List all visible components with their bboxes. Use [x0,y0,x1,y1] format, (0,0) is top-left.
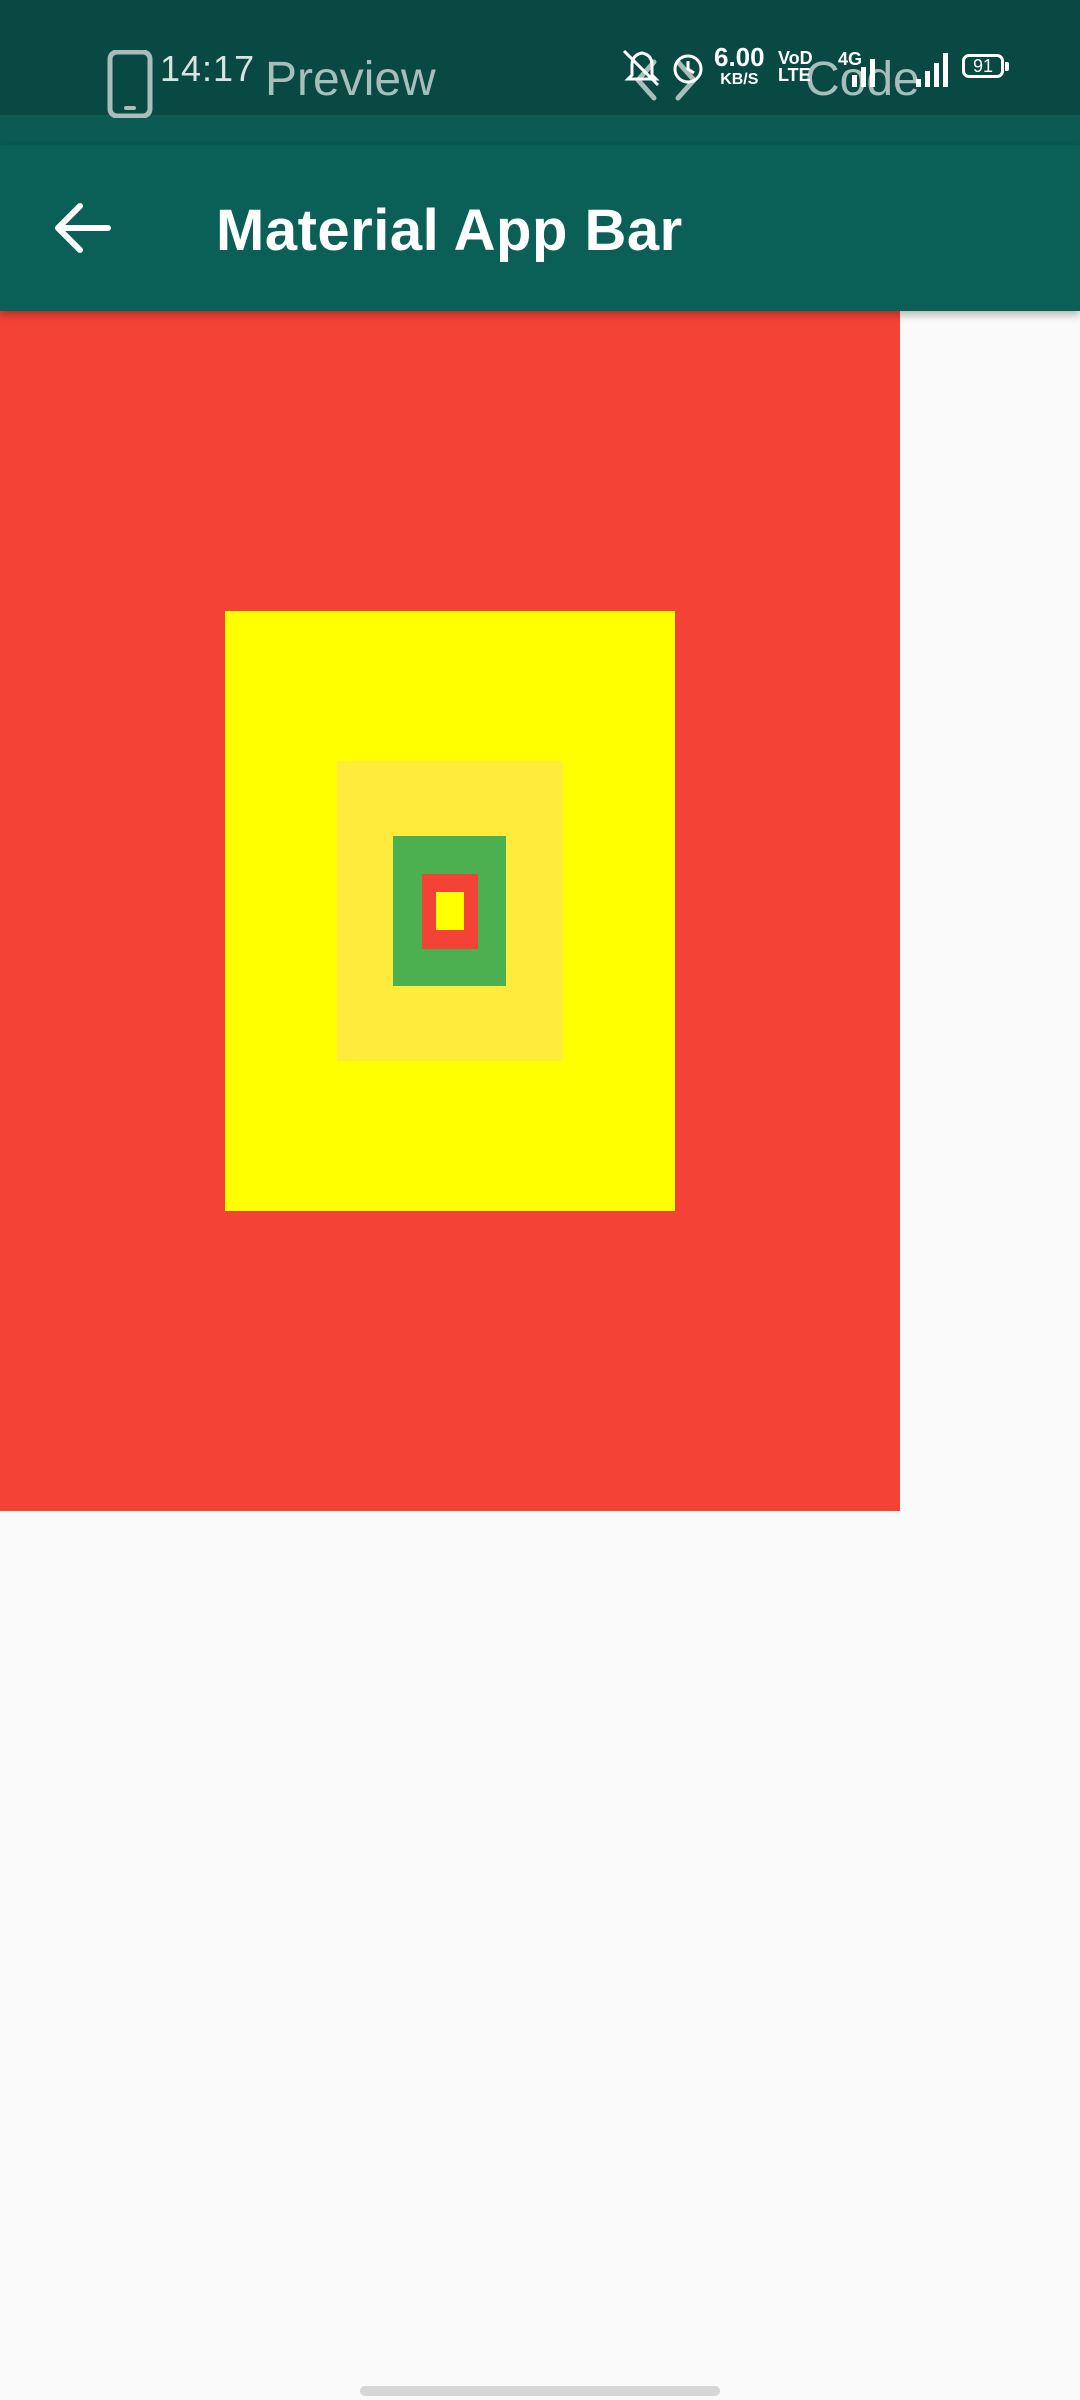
battery-level: 91 [972,56,994,76]
net-speed-unit: KB/S [720,71,759,88]
alarm-icon [673,54,703,84]
yellow-core-container [436,892,464,930]
net-speed: 6.00 KB/S [714,44,765,88]
volte-indicator: VoD LTE [778,49,813,85]
volte-line2: LTE [778,65,811,85]
status-time: 14:17 [160,48,256,89]
mute-bell-icon [622,49,660,87]
home-indicator[interactable] [360,2386,720,2396]
status-icons: 4G [622,49,948,87]
page-title: Material App Bar [216,198,683,263]
preview-tab-strip [0,115,1080,145]
phone-preview-icon[interactable] [106,50,154,118]
arrow-back-icon[interactable] [40,188,130,268]
tab-preview[interactable]: Preview [265,52,436,107]
svg-text:4G: 4G [838,49,862,69]
app-bar: Material App Bar [0,145,1080,311]
battery-icon: 91 [962,54,1009,78]
signal-icon [852,53,948,87]
net-speed-value: 6.00 [714,42,765,72]
